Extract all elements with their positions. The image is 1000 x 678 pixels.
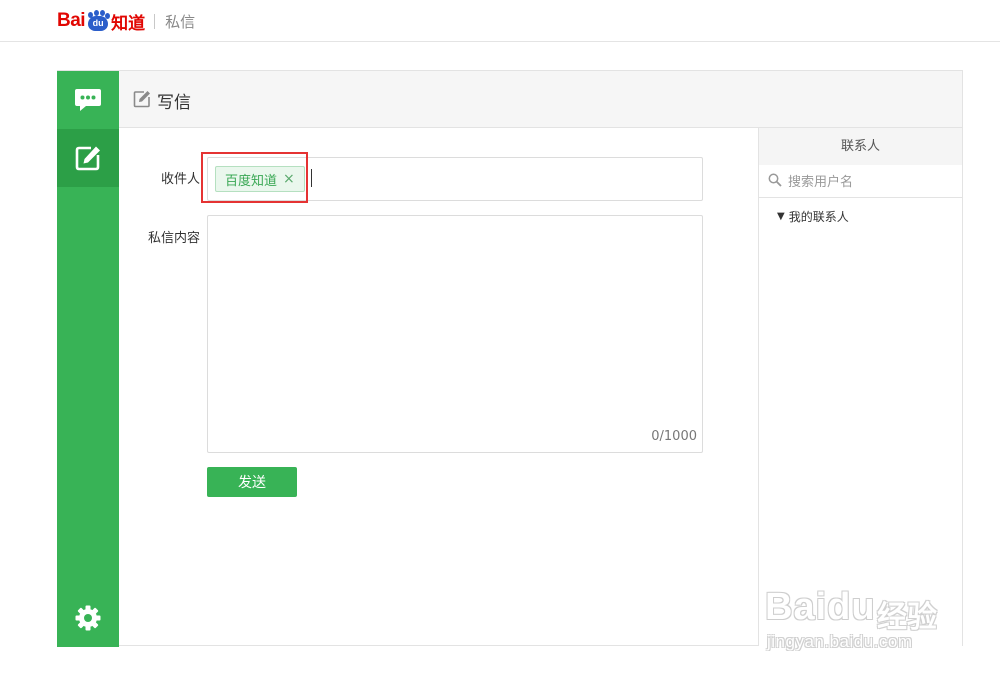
sidebar-item-settings[interactable] [57,589,119,647]
sidebar-item-compose[interactable] [57,129,119,187]
annotation-highlight-box [201,152,308,203]
section-title: 私信 [165,12,196,31]
baidu-zhidao-logo[interactable]: Bai du 知道 私信 [57,8,195,34]
message-panel: 写信 收件人 百度知道 × 私信内容 0/1000 发送 联系人 ▼ 我的联系人 [57,70,963,647]
sidebar-item-messages[interactable] [57,71,119,129]
contacts-group-label: 我的联系人 [788,210,849,224]
message-content-box[interactable]: 0/1000 [207,215,703,453]
triangle-down-icon: ▼ [777,211,785,222]
contacts-title: 联系人 [759,128,962,165]
recipient-input[interactable] [316,164,700,196]
edit-icon [133,91,150,108]
compose-icon [75,146,100,171]
logo-du-text: du [88,16,109,31]
watermark-url: jingyan.baidu.com [767,632,913,651]
baidu-jingyan-watermark: Baidu 经验 jingyan.baidu.com [765,572,950,662]
contacts-search [759,165,962,198]
contacts-panel: 联系人 ▼ 我的联系人 [758,128,962,646]
contacts-group-my-contacts[interactable]: ▼ 我的联系人 [777,208,849,225]
contacts-search-input[interactable] [786,170,958,194]
watermark-brand: Baidu [765,586,876,628]
logo-bai-text: Bai [57,10,86,31]
message-content-input[interactable] [216,224,698,428]
baidu-paw-icon: du [86,10,111,32]
send-button[interactable]: 发送 [207,467,297,497]
watermark-jingyan: 经验 [877,600,937,635]
chat-bubble-icon [75,89,101,111]
side-nav [57,71,119,647]
text-cursor [311,169,312,187]
recipient-label: 收件人 [160,172,200,187]
search-icon [768,173,782,187]
content-label: 私信内容 [147,231,200,246]
page-title: 写信 [157,93,191,113]
logo-divider [154,13,156,29]
char-counter: 0/1000 [651,429,697,444]
top-header: Bai du 知道 私信 [0,0,1000,42]
logo-zhidao-text: 知道 [111,13,146,34]
gear-icon [75,605,101,631]
compose-header: 写信 [119,71,962,128]
